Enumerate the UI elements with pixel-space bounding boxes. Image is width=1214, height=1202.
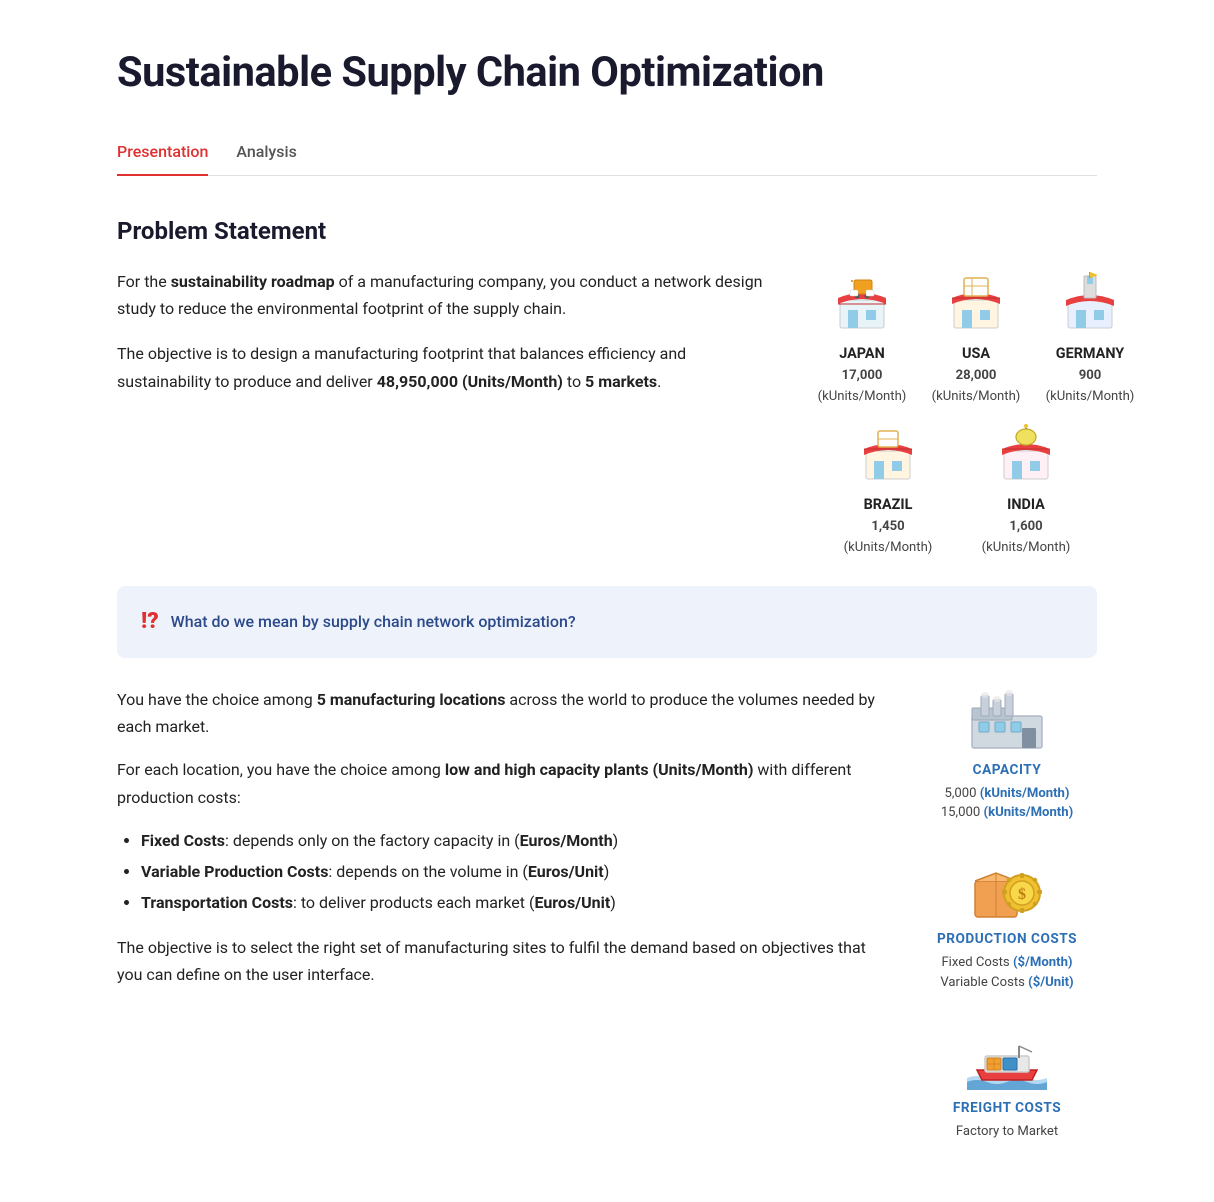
brazil-unit: (kUnits/Month) [844, 537, 933, 558]
market-germany: GERMANY 900 (kUnits/Month) [1045, 268, 1135, 407]
market-india: INDIA 1,600 (kUnits/Month) [981, 419, 1071, 558]
factory-icon [967, 686, 1047, 754]
units-bold: 48,950,000 (Units/Month) [377, 372, 563, 391]
markets-row-2: BRAZIL 1,450 (kUnits/Month) [817, 419, 1097, 558]
usa-icon [942, 268, 1010, 336]
japan-unit: (kUnits/Month) [818, 386, 907, 407]
usa-unit: (kUnits/Month) [932, 386, 1021, 407]
production-costs-title: PRODUCTION COSTS [937, 929, 1077, 951]
problem-statement-title: Problem Statement [117, 212, 1097, 250]
freight-costs-card: FREIGHT COSTS Factory to Market [953, 1024, 1061, 1141]
cost-item-variable: Variable Production Costs: depends on th… [141, 858, 877, 885]
section2: You have the choice among 5 manufacturin… [117, 686, 1097, 1142]
japan-name: JAPAN [839, 342, 885, 365]
markets-bold: 5 markets [585, 372, 657, 391]
markets-col: JAPAN 17,000 (kUnits/Month) [817, 268, 1097, 558]
callout-icon: !? [141, 604, 159, 640]
tab-presentation[interactable]: Presentation [117, 139, 208, 177]
germany-unit: (kUnits/Month) [1046, 386, 1135, 407]
production-costs-icon: $ [967, 855, 1047, 923]
section2-cards: CAPACITY 5,000 (kUnits/Month) 15,000 (kU… [917, 686, 1097, 1142]
germany-name: GERMANY [1056, 342, 1124, 365]
india-volume: 1,600 [1009, 516, 1042, 537]
section2-para2: For each location, you have the choice a… [117, 756, 877, 810]
germany-volume: 900 [1079, 365, 1102, 386]
callout-box[interactable]: !? What do we mean by supply chain netwo… [117, 586, 1097, 658]
problem-para1: For the sustainability roadmap of a manu… [117, 268, 777, 322]
tab-analysis[interactable]: Analysis [236, 139, 296, 177]
markets-row-1: JAPAN 17,000 (kUnits/Month) [817, 268, 1097, 407]
brazil-volume: 1,450 [871, 516, 904, 537]
germany-icon [1056, 268, 1124, 336]
markets-grid: JAPAN 17,000 (kUnits/Month) [817, 268, 1097, 558]
capacity-card: CAPACITY 5,000 (kUnits/Month) 15,000 (kU… [941, 686, 1073, 823]
problem-text-col: For the sustainability roadmap of a manu… [117, 268, 777, 558]
cost-item-transport: Transportation Costs: to deliver product… [141, 889, 877, 916]
market-usa: USA 28,000 (kUnits/Month) [931, 268, 1021, 407]
svg-text:$: $ [1018, 886, 1026, 903]
market-japan: JAPAN 17,000 (kUnits/Month) [817, 268, 907, 407]
india-unit: (kUnits/Month) [982, 537, 1071, 558]
section2-para1: You have the choice among 5 manufacturin… [117, 686, 877, 740]
sustainability-roadmap-bold: sustainability roadmap [171, 272, 335, 291]
india-name: INDIA [1007, 493, 1045, 516]
tabs-bar: Presentation Analysis [117, 139, 1097, 176]
usa-volume: 28,000 [956, 365, 997, 386]
problem-statement-section: Problem Statement For the sustainability… [117, 212, 1097, 658]
market-brazil: BRAZIL 1,450 (kUnits/Month) [843, 419, 933, 558]
capacity-title: CAPACITY [973, 760, 1042, 782]
india-icon [992, 419, 1060, 487]
freight-costs-body: Factory to Market [956, 1122, 1058, 1142]
japan-icon [828, 268, 896, 336]
usa-name: USA [962, 342, 990, 365]
main-layout: For the sustainability roadmap of a manu… [117, 268, 1097, 558]
section2-text: You have the choice among 5 manufacturin… [117, 686, 877, 1142]
problem-para2: The objective is to design a manufacturi… [117, 340, 777, 394]
production-costs-body: Fixed Costs ($/Month) Variable Costs ($/… [940, 953, 1073, 992]
page-title: Sustainable Supply Chain Optimization [117, 40, 1097, 107]
freight-costs-title: FREIGHT COSTS [953, 1098, 1061, 1120]
brazil-name: BRAZIL [864, 493, 913, 516]
freight-costs-icon [967, 1024, 1047, 1092]
section2-para3: The objective is to select the right set… [117, 934, 877, 988]
cost-list: Fixed Costs: depends only on the factory… [141, 827, 877, 917]
japan-volume: 17,000 [842, 365, 883, 386]
capacity-body: 5,000 (kUnits/Month) 15,000 (kUnits/Mont… [941, 784, 1073, 823]
cost-item-fixed: Fixed Costs: depends only on the factory… [141, 827, 877, 854]
callout-text: What do we mean by supply chain network … [171, 609, 576, 635]
production-costs-card: $ PRODUCTION COSTS Fixed Costs ($/Mo [937, 855, 1077, 992]
brazil-icon [854, 419, 922, 487]
